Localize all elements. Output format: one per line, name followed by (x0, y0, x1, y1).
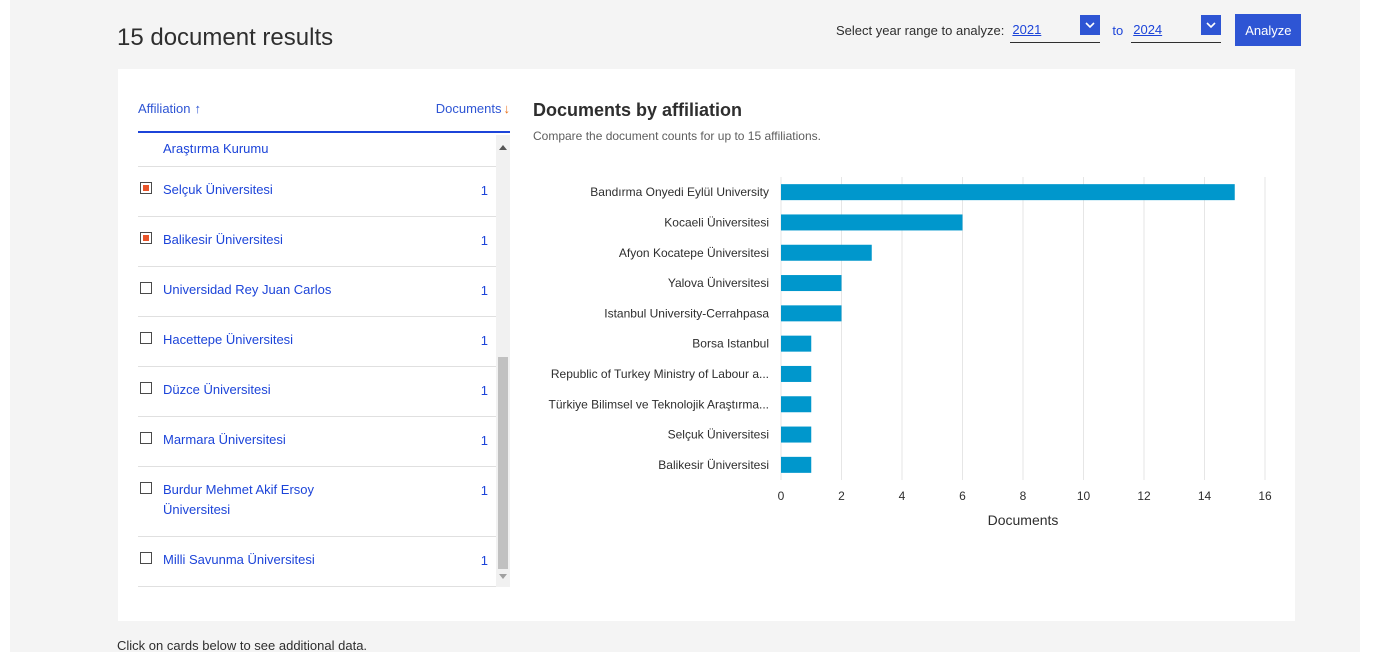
year-from-select[interactable]: 2021 (1010, 15, 1101, 43)
documents-by-affiliation-chart: Bandırma Onyedi Eylül University Kocaeli … (548, 177, 1272, 528)
x-tick-label: 8 (1020, 489, 1027, 503)
document-count[interactable]: 1 (481, 233, 488, 248)
list-item[interactable]: Düzce Üniversitesi 1 (138, 367, 496, 417)
affiliation-checkbox[interactable] (140, 232, 152, 244)
affiliation-checkbox[interactable] (140, 332, 152, 344)
affiliation-name[interactable]: Düzce Üniversitesi (163, 380, 363, 400)
affiliation-name[interactable]: Marmara Üniversitesi (163, 430, 363, 450)
category-label: Republic of Turkey Ministry of Labour a.… (551, 367, 769, 381)
x-tick-label: 12 (1137, 489, 1151, 503)
affiliation-checkbox[interactable] (140, 482, 152, 494)
affiliation-list[interactable]: Araştırma Kurumu Selçuk Üniversitesi 1 B… (138, 135, 510, 587)
affiliation-checkbox[interactable] (140, 382, 152, 394)
scroll-down-icon[interactable] (499, 574, 507, 579)
documents-header-label: Documents (435, 101, 502, 116)
affiliation-checkbox[interactable] (140, 182, 152, 194)
bar (781, 305, 842, 322)
affiliation-checkbox[interactable] (140, 432, 152, 444)
affiliation-name[interactable]: Milli Savunma Üniversitesi (163, 550, 363, 570)
category-label: Borsa Istanbul (692, 337, 769, 351)
category-label: Bandırma Onyedi Eylül University (590, 185, 769, 199)
scrollbar-thumb[interactable] (498, 357, 508, 569)
category-label: Türkiye Bilimsel ve Teknolojik Araştırma… (548, 397, 769, 411)
bar (781, 335, 812, 352)
affiliation-list-header: Affiliation ↑ Documents ↓ (138, 101, 510, 133)
bar (781, 275, 842, 292)
affiliation-name[interactable]: Selçuk Üniversitesi (163, 180, 363, 200)
to-label: to (1112, 22, 1124, 38)
document-count[interactable]: 1 (481, 433, 488, 448)
document-count[interactable]: 1 (481, 553, 488, 568)
year-range-label: Select year range to analyze: (836, 22, 1005, 38)
scroll-up-icon[interactable] (499, 145, 507, 150)
x-tick-label: 14 (1198, 489, 1212, 503)
document-count[interactable]: 1 (481, 383, 488, 398)
year-from-value: 2021 (1012, 22, 1042, 37)
chart-title: Documents by affiliation (533, 100, 743, 120)
affiliation-header-label: Affiliation (138, 101, 191, 116)
arrow-down-icon: ↓ (503, 101, 511, 116)
list-item[interactable]: Universidad Rey Juan Carlos 1 (138, 267, 496, 317)
category-label: Yalova Üniversitesi (668, 276, 769, 290)
bar (781, 456, 812, 473)
page-title: 15 document results (117, 24, 334, 51)
sort-by-documents[interactable]: Documents ↓ (436, 101, 510, 131)
bar (781, 214, 963, 231)
document-count[interactable]: 1 (481, 283, 488, 298)
analyze-button[interactable]: Analyze (1235, 14, 1302, 46)
affiliation-checkbox[interactable] (140, 282, 152, 294)
list-item[interactable]: Burdur Mehmet Akif Ersoy Üniversitesi 1 (138, 467, 496, 537)
x-tick-label: 4 (899, 489, 906, 503)
x-tick-label: 10 (1077, 489, 1091, 503)
year-range-selector: Select year range to analyze: 2021 to 20… (836, 14, 1302, 46)
category-label: Afyon Kocatepe Üniversitesi (619, 246, 769, 260)
x-tick-label: 16 (1258, 489, 1272, 503)
category-label: Istanbul University-Cerrahpasa (604, 306, 769, 320)
bar (781, 244, 872, 261)
x-axis-label: Documents (988, 512, 1059, 528)
chart-subtitle: Compare the document counts for up to 15… (533, 129, 821, 143)
arrow-up-icon: ↑ (194, 101, 202, 116)
affiliation-checkbox[interactable] (140, 552, 152, 564)
affiliation-name[interactable]: Universidad Rey Juan Carlos (163, 280, 363, 300)
category-label: Kocaeli Üniversitesi (664, 215, 769, 229)
chevron-down-icon[interactable] (1201, 15, 1222, 35)
list-item[interactable]: Hacettepe Üniversitesi 1 (138, 317, 496, 367)
list-item[interactable]: Araştırma Kurumu (138, 135, 496, 167)
x-tick-label: 6 (959, 489, 966, 503)
category-label: Balikesir Üniversitesi (658, 458, 769, 472)
bar (781, 365, 812, 382)
document-count[interactable]: 1 (481, 333, 488, 348)
affiliation-card: Affiliation ↑ Documents ↓ Araştırma Kurumu… (118, 69, 1295, 621)
list-item[interactable]: Marmara Üniversitesi 1 (138, 417, 496, 467)
sort-by-affiliation[interactable]: Affiliation ↑ (138, 101, 201, 131)
document-count[interactable]: 1 (481, 483, 488, 498)
document-count[interactable]: 1 (481, 183, 488, 198)
bar (781, 184, 1235, 201)
year-to-value: 2024 (1133, 22, 1163, 37)
bar (781, 396, 812, 413)
x-tick-label: 2 (838, 489, 845, 503)
year-to-select[interactable]: 2024 (1131, 15, 1222, 43)
chevron-down-icon[interactable] (1080, 15, 1101, 35)
list-item[interactable]: Selçuk Üniversitesi 1 (138, 167, 496, 217)
affiliation-name[interactable]: Balikesir Üniversitesi (163, 230, 363, 250)
footer-note: Click on cards below to see additional d… (117, 638, 368, 652)
x-tick-label: 0 (778, 489, 785, 503)
affiliation-name[interactable]: Burdur Mehmet Akif Ersoy Üniversitesi (163, 480, 343, 520)
bar (781, 426, 812, 443)
affiliation-name[interactable]: Hacettepe Üniversitesi (163, 330, 363, 350)
list-item[interactable]: Balikesir Üniversitesi 1 (138, 217, 496, 267)
list-item[interactable]: Milli Savunma Üniversitesi 1 (138, 537, 496, 587)
affiliation-name[interactable]: Araştırma Kurumu (163, 141, 268, 156)
category-label: Selçuk Üniversitesi (668, 428, 769, 442)
list-scrollbar[interactable] (496, 135, 510, 587)
